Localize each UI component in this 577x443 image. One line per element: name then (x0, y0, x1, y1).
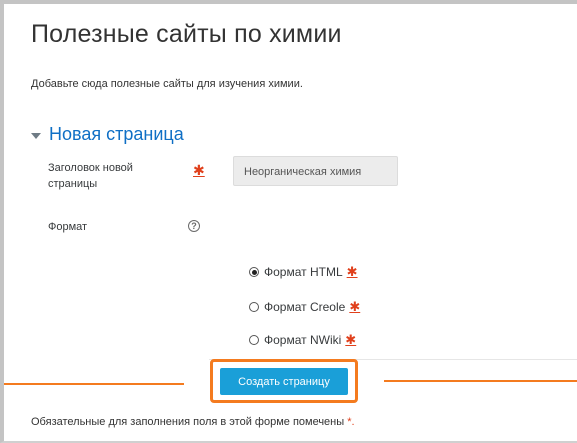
radio-button[interactable] (249, 335, 259, 345)
required-icon: ✱ (346, 264, 358, 279)
radio-format-creole[interactable]: Формат Creole ✱ (249, 299, 360, 315)
callout-line-left (4, 383, 184, 385)
chevron-down-icon[interactable] (31, 132, 41, 139)
required-icon: ✱ (349, 299, 361, 314)
required-note-mark: *. (347, 416, 355, 428)
callout-line-right (384, 380, 577, 382)
radio-format-html[interactable]: Формат HTML ✱ (249, 264, 358, 280)
radio-label: Формат NWiki (264, 333, 342, 347)
required-note-text: Обязательные для заполнения поля в этой … (31, 416, 345, 428)
page-intro: Добавьте сюда полезные сайты для изучени… (31, 78, 303, 90)
required-fields-note: Обязательные для заполнения поля в этой … (31, 416, 355, 428)
radio-label: Формат HTML (264, 265, 343, 279)
format-field-label: Формат (48, 221, 88, 233)
help-icon[interactable]: ? (188, 220, 200, 232)
radio-button[interactable] (249, 302, 259, 312)
section-title: Новая страница (49, 124, 184, 144)
required-icon: ✱ (193, 162, 205, 178)
create-page-button[interactable]: Создать страницу (220, 368, 348, 395)
title-field-label: Заголовок новой страницы (48, 162, 133, 190)
radio-format-nwiki[interactable]: Формат NWiki ✱ (249, 332, 356, 348)
required-icon: ✱ (345, 332, 357, 347)
page-title: Полезные сайты по химии (31, 20, 342, 48)
section-toggle-new-page[interactable]: Новая страница (31, 124, 184, 145)
radio-button-checked[interactable] (249, 267, 259, 277)
page-title-input[interactable]: Неорганическая химия (233, 156, 398, 186)
radio-label: Формат Creole (264, 300, 346, 314)
